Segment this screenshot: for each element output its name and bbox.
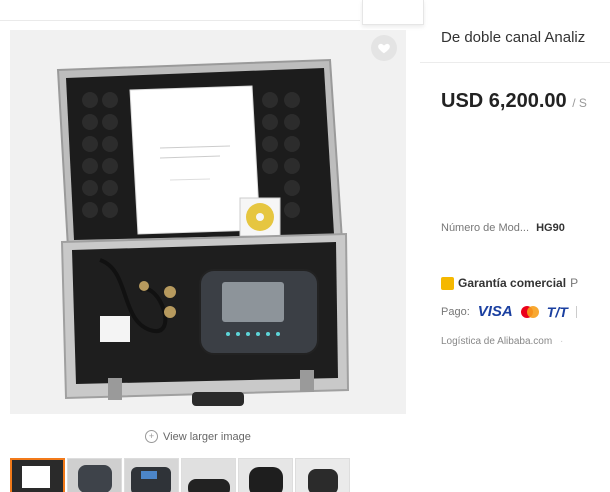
logistics-dot: · — [559, 336, 564, 347]
thumbnail-strip — [10, 458, 355, 492]
product-price: USD 6,200.00 / S — [441, 90, 587, 113]
tt-logo: T/T — [546, 303, 568, 320]
thumbnail-1[interactable] — [10, 458, 65, 492]
thumbnail-3[interactable] — [124, 458, 179, 492]
logistics-row[interactable]: Logística de Alibaba.com · — [441, 336, 563, 347]
shield-badge-icon — [441, 276, 454, 290]
mastercard-logo — [520, 305, 539, 318]
top-bar — [0, 0, 610, 22]
thumbnail-6[interactable] — [295, 458, 350, 492]
model-number-row: Número de Mod... HG90 — [441, 222, 565, 234]
top-divider — [0, 20, 360, 21]
guarantee-label[interactable]: Garantía comercial — [458, 276, 566, 290]
payment-methods-row: Pago: VISA T/T — [441, 303, 577, 320]
thumbnail-4[interactable] — [181, 458, 236, 492]
title-divider — [420, 62, 610, 63]
favorite-button[interactable] — [371, 35, 397, 61]
magnifier-icon: + — [145, 430, 158, 443]
logistics-label[interactable]: Logística de Alibaba.com — [441, 336, 552, 347]
view-larger-label: View larger image — [163, 430, 251, 443]
hover-popup — [362, 0, 424, 25]
thumbnail-2[interactable] — [67, 458, 122, 492]
model-label: Número de Mod... — [441, 222, 530, 234]
payment-separator — [575, 305, 577, 318]
payment-label: Pago: — [441, 305, 470, 318]
view-larger-link[interactable]: + View larger image — [145, 430, 251, 443]
guarantee-tail: P — [570, 276, 579, 290]
main-product-image[interactable] — [10, 30, 406, 414]
heart-icon — [378, 43, 390, 54]
product-photo — [10, 30, 406, 414]
product-title: De doble canal Analiz — [441, 29, 586, 46]
visa-logo: VISA — [477, 303, 513, 320]
price-value: USD 6,200.00 — [441, 90, 567, 112]
trade-assurance-row[interactable]: Garantía comercial P — [441, 276, 578, 290]
thumbnail-5[interactable] — [238, 458, 293, 492]
price-unit: / S — [572, 96, 587, 110]
model-value: HG90 — [536, 222, 565, 234]
